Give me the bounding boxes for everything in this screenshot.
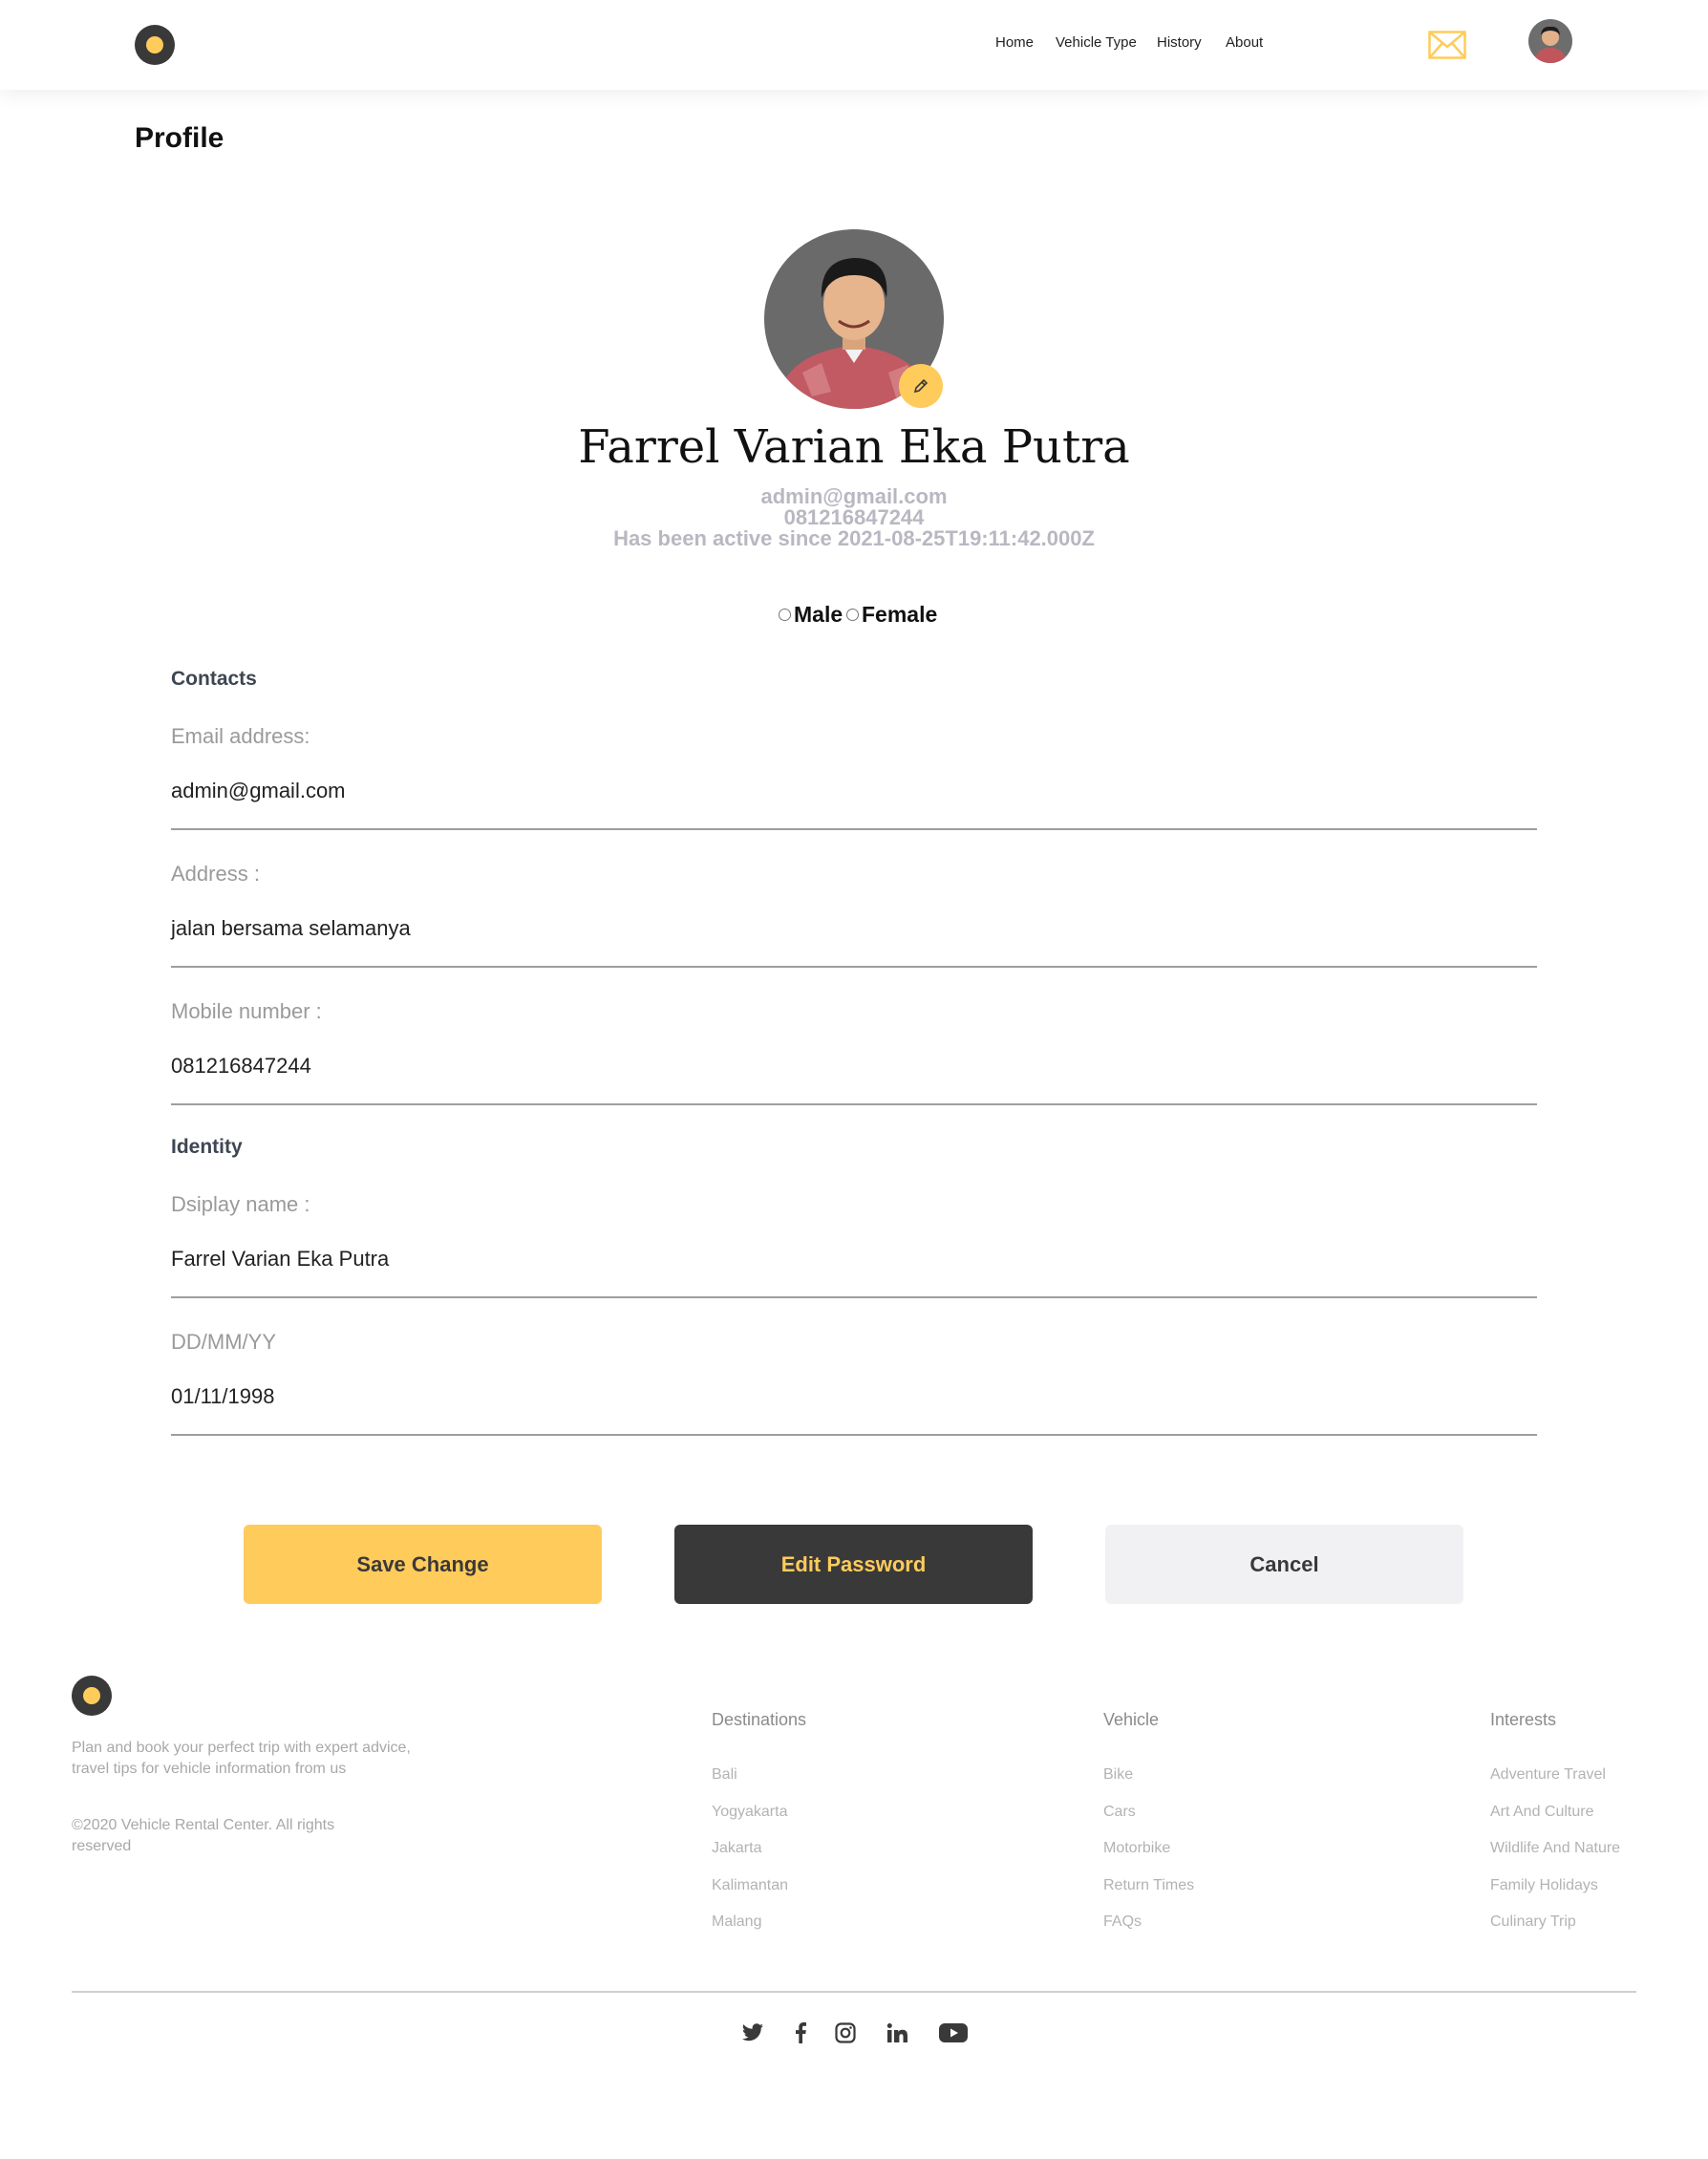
dob-label: DD/MM/YY (171, 1330, 276, 1354)
mail-icon[interactable] (1428, 31, 1466, 59)
page-title: Profile (135, 122, 224, 154)
footer-link-adventure-travel[interactable]: Adventure Travel (1490, 1766, 1606, 1784)
youtube-icon[interactable] (938, 2020, 969, 2046)
destinations-heading: Destinations (712, 1710, 807, 1729)
footer-link-family-holidays[interactable]: Family Holidays (1490, 1877, 1598, 1894)
footer-description: Plan and book your perfect trip with exp… (72, 1740, 411, 1777)
mobile-field[interactable]: 081216847244 (171, 1054, 311, 1079)
nav-about-link[interactable]: About (1226, 34, 1263, 51)
instagram-icon[interactable] (832, 2020, 859, 2046)
vehicle-heading: Vehicle (1103, 1710, 1160, 1729)
mobile-underline (171, 1103, 1537, 1105)
footer-link-return-times[interactable]: Return Times (1103, 1877, 1194, 1894)
footer-link-faqs[interactable]: FAQs (1103, 1913, 1142, 1931)
footer-link-jakarta[interactable]: Jakarta (712, 1840, 761, 1857)
cancel-button[interactable]: Cancel (1105, 1525, 1463, 1604)
footer-link-art-and-culture[interactable]: Art And Culture (1490, 1804, 1594, 1821)
nav-vehicle-type-link[interactable]: Vehicle Type (1056, 34, 1137, 51)
footer-link-cars[interactable]: Cars (1103, 1804, 1136, 1821)
footer-logo[interactable] (72, 1676, 112, 1716)
address-label: Address : (171, 862, 260, 886)
display-name-label: Dsiplay name : (171, 1192, 310, 1216)
footer-link-yogyakarta[interactable]: Yogyakarta (712, 1804, 787, 1821)
nav-history-link[interactable]: History (1157, 34, 1202, 51)
interests-heading: Interests (1490, 1710, 1557, 1729)
male-radio[interactable] (779, 609, 791, 621)
female-radio[interactable] (846, 609, 859, 621)
twitter-icon[interactable] (739, 2020, 766, 2046)
footer-link-bike[interactable]: Bike (1103, 1766, 1133, 1784)
footer-link-culinary-trip[interactable]: Culinary Trip (1490, 1913, 1576, 1931)
footer-link-bali[interactable]: Bali (712, 1766, 737, 1784)
contacts-heading: Contacts (171, 668, 257, 690)
footer-link-wildlife-and-nature[interactable]: Wildlife And Nature (1490, 1840, 1620, 1857)
footer-link-motorbike[interactable]: Motorbike (1103, 1840, 1170, 1857)
display-name-field[interactable]: Farrel Varian Eka Putra (171, 1247, 389, 1272)
linkedin-icon[interactable] (884, 2020, 910, 2046)
pencil-icon (913, 378, 929, 394)
dob-underline (171, 1434, 1537, 1436)
user-avatar[interactable] (1528, 19, 1572, 63)
nav-home-link[interactable]: Home (995, 34, 1034, 51)
email-underline (171, 828, 1537, 830)
footer-divider (72, 1991, 1636, 1993)
identity-heading: Identity (171, 1136, 243, 1158)
profile-active-since: Has been active since 2021-08-25T19:11:4… (613, 526, 1095, 550)
gender-female-option[interactable]: Female (846, 602, 937, 628)
email-field[interactable]: admin@gmail.com (171, 779, 346, 803)
gender-male-option[interactable]: Male (779, 602, 843, 628)
display-name-underline (171, 1296, 1537, 1298)
footer-copyright: ©2020 Vehicle Rental Center. All rights … (72, 1817, 335, 1854)
facebook-icon[interactable] (787, 2020, 814, 2046)
email-label: Email address: (171, 724, 310, 748)
mobile-label: Mobile number : (171, 999, 322, 1023)
address-field[interactable]: jalan bersama selamanya (171, 916, 411, 941)
profile-name: Farrel Varian Eka Putra (578, 420, 1130, 474)
footer-link-malang[interactable]: Malang (712, 1913, 761, 1931)
save-change-button[interactable]: Save Change (244, 1525, 602, 1604)
brand-logo[interactable] (135, 25, 175, 65)
edit-photo-button[interactable] (899, 364, 943, 408)
navbar: Home Vehicle Type History About (0, 0, 1708, 90)
address-underline (171, 966, 1537, 968)
female-label: Female (862, 602, 938, 627)
dob-field[interactable]: 01/11/1998 (171, 1384, 274, 1409)
edit-password-button[interactable]: Edit Password (674, 1525, 1033, 1604)
male-label: Male (794, 602, 843, 627)
footer-link-kalimantan[interactable]: Kalimantan (712, 1877, 788, 1894)
